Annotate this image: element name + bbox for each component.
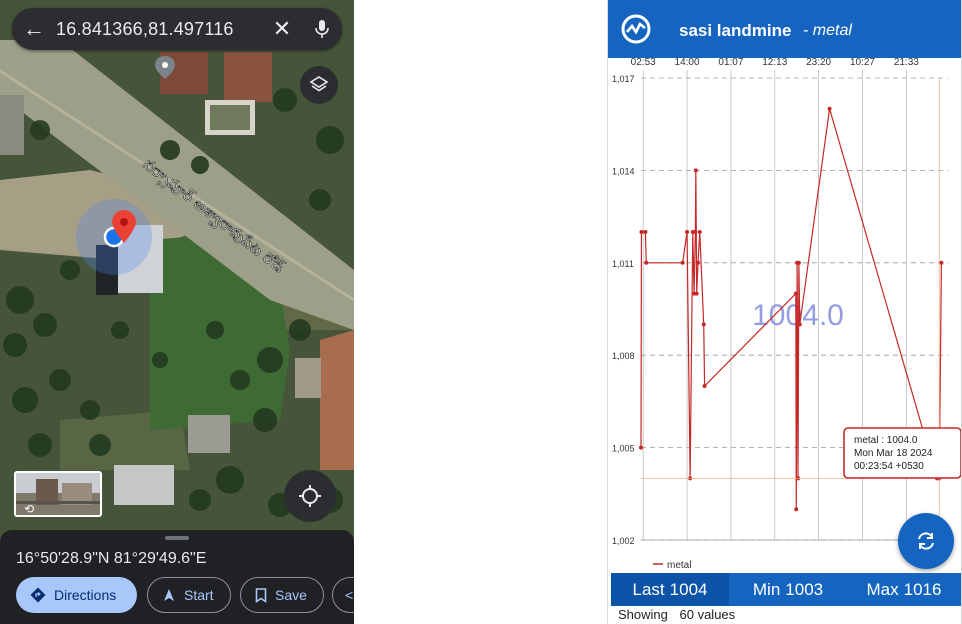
close-icon[interactable]: ✕	[262, 16, 302, 42]
save-label: Save	[275, 587, 307, 603]
tooltip-line: metal : 1004.0	[854, 435, 918, 446]
x-tick-label: 12:13	[762, 57, 787, 68]
x-tick-label: 23:20	[806, 57, 831, 68]
data-point	[693, 168, 698, 173]
stats-bar: Last 1004 Min 1003 Max 1016	[611, 573, 961, 606]
stat-min-label: Min	[752, 579, 781, 599]
y-tick-label: 1,002	[612, 536, 635, 546]
stat-last: Last 1004	[611, 573, 729, 606]
app-title: sasi landmine	[679, 21, 792, 40]
y-tick-label: 1,011	[612, 259, 634, 269]
directions-button[interactable]: Directions	[16, 577, 137, 613]
data-point	[697, 230, 702, 234]
data-point	[827, 106, 832, 111]
data-point	[939, 260, 944, 265]
share-button[interactable]: <	[332, 577, 354, 613]
mic-icon[interactable]	[302, 19, 342, 39]
data-point	[644, 260, 649, 265]
data-point	[702, 384, 707, 388]
data-point	[701, 322, 706, 327]
showing-label: Showing	[618, 607, 668, 622]
data-point	[680, 260, 685, 265]
x-tick-label: 02:53	[631, 57, 656, 68]
data-point	[685, 230, 690, 234]
data-point	[639, 445, 643, 450]
data-point	[793, 291, 798, 296]
data-point	[694, 291, 699, 296]
stat-max: Max 1016	[847, 573, 961, 606]
search-bar[interactable]: ← 16.841366,81.497116 ✕	[12, 8, 342, 50]
data-point	[643, 230, 648, 234]
showing-value: 60 values	[679, 607, 736, 622]
directions-icon	[30, 587, 46, 603]
data-point	[796, 260, 801, 265]
x-tick-label: 14:00	[675, 57, 700, 68]
start-label: Start	[184, 587, 214, 603]
x-tick-label: 10:27	[850, 57, 875, 68]
stat-last-label: Last	[632, 579, 665, 599]
data-point	[696, 260, 701, 265]
app-bar: sasi landmine - metal	[608, 0, 961, 58]
x-tick-label: 21:33	[894, 57, 919, 68]
data-point	[693, 230, 698, 234]
street-view-icon: ⟲	[24, 502, 35, 516]
y-tick-label: 1,005	[612, 444, 635, 454]
data-point	[639, 230, 644, 234]
sensor-chart[interactable]: 1,002 1,005 1,008 1,011 1,014 1,017 02:53 14:00…	[608, 52, 962, 572]
stat-max-label: Max	[866, 579, 899, 599]
legend-label: metal	[667, 560, 691, 571]
data-point	[794, 507, 799, 512]
tooltip-line: 00:23:54 +0530	[854, 461, 924, 472]
app-subtitle: - metal	[803, 22, 852, 39]
refresh-button[interactable]	[898, 513, 954, 569]
data-point	[797, 322, 802, 327]
y-tick-label: 1,017	[612, 74, 635, 84]
sensor-app-screen: sasi landmine - metal 1,002 1,005 1,008 1,0…	[607, 0, 962, 624]
y-tick-label: 1,014	[612, 166, 635, 176]
place-bottom-sheet[interactable]: 16°50'28.9"N 81°29'49.6"E Directions Sta…	[0, 530, 354, 624]
stat-max-value: 1016	[903, 579, 942, 599]
my-location-icon	[299, 485, 321, 507]
search-query[interactable]: 16.841366,81.497116	[56, 19, 262, 40]
coordinates-text: 16°50'28.9"N 81°29'49.6"E	[16, 550, 207, 567]
stat-last-value: 1004	[669, 579, 708, 599]
start-button[interactable]: Start	[147, 577, 231, 613]
bookmark-icon	[255, 587, 267, 603]
sheet-drag-handle[interactable]	[165, 536, 189, 540]
my-location-button[interactable]	[284, 470, 336, 522]
tooltip-line: Mon Mar 18 2024	[854, 448, 933, 459]
save-button[interactable]: Save	[240, 577, 324, 613]
y-tick-label: 1,008	[612, 351, 635, 361]
x-tick-label: 01:07	[718, 57, 743, 68]
back-arrow-icon[interactable]: ←	[12, 16, 56, 42]
navigation-icon	[164, 589, 174, 601]
maps-screen: నర్సాపూర్ అశ్వారావుపేట రోడ్ ← 16.841366,…	[0, 0, 354, 624]
street-view-thumbnail[interactable]: ⟲	[14, 471, 102, 517]
directions-label: Directions	[54, 587, 117, 603]
layers-button[interactable]	[300, 66, 338, 104]
current-value-watermark: 1004.0	[752, 299, 844, 332]
values-count: Showing 60 values	[618, 607, 735, 622]
stat-min: Min 1003	[729, 573, 847, 606]
layers-icon	[309, 76, 329, 92]
app-logo-icon	[621, 14, 651, 44]
refresh-icon	[918, 532, 934, 550]
stat-min-value: 1003	[785, 579, 824, 599]
share-icon: <	[345, 587, 354, 603]
